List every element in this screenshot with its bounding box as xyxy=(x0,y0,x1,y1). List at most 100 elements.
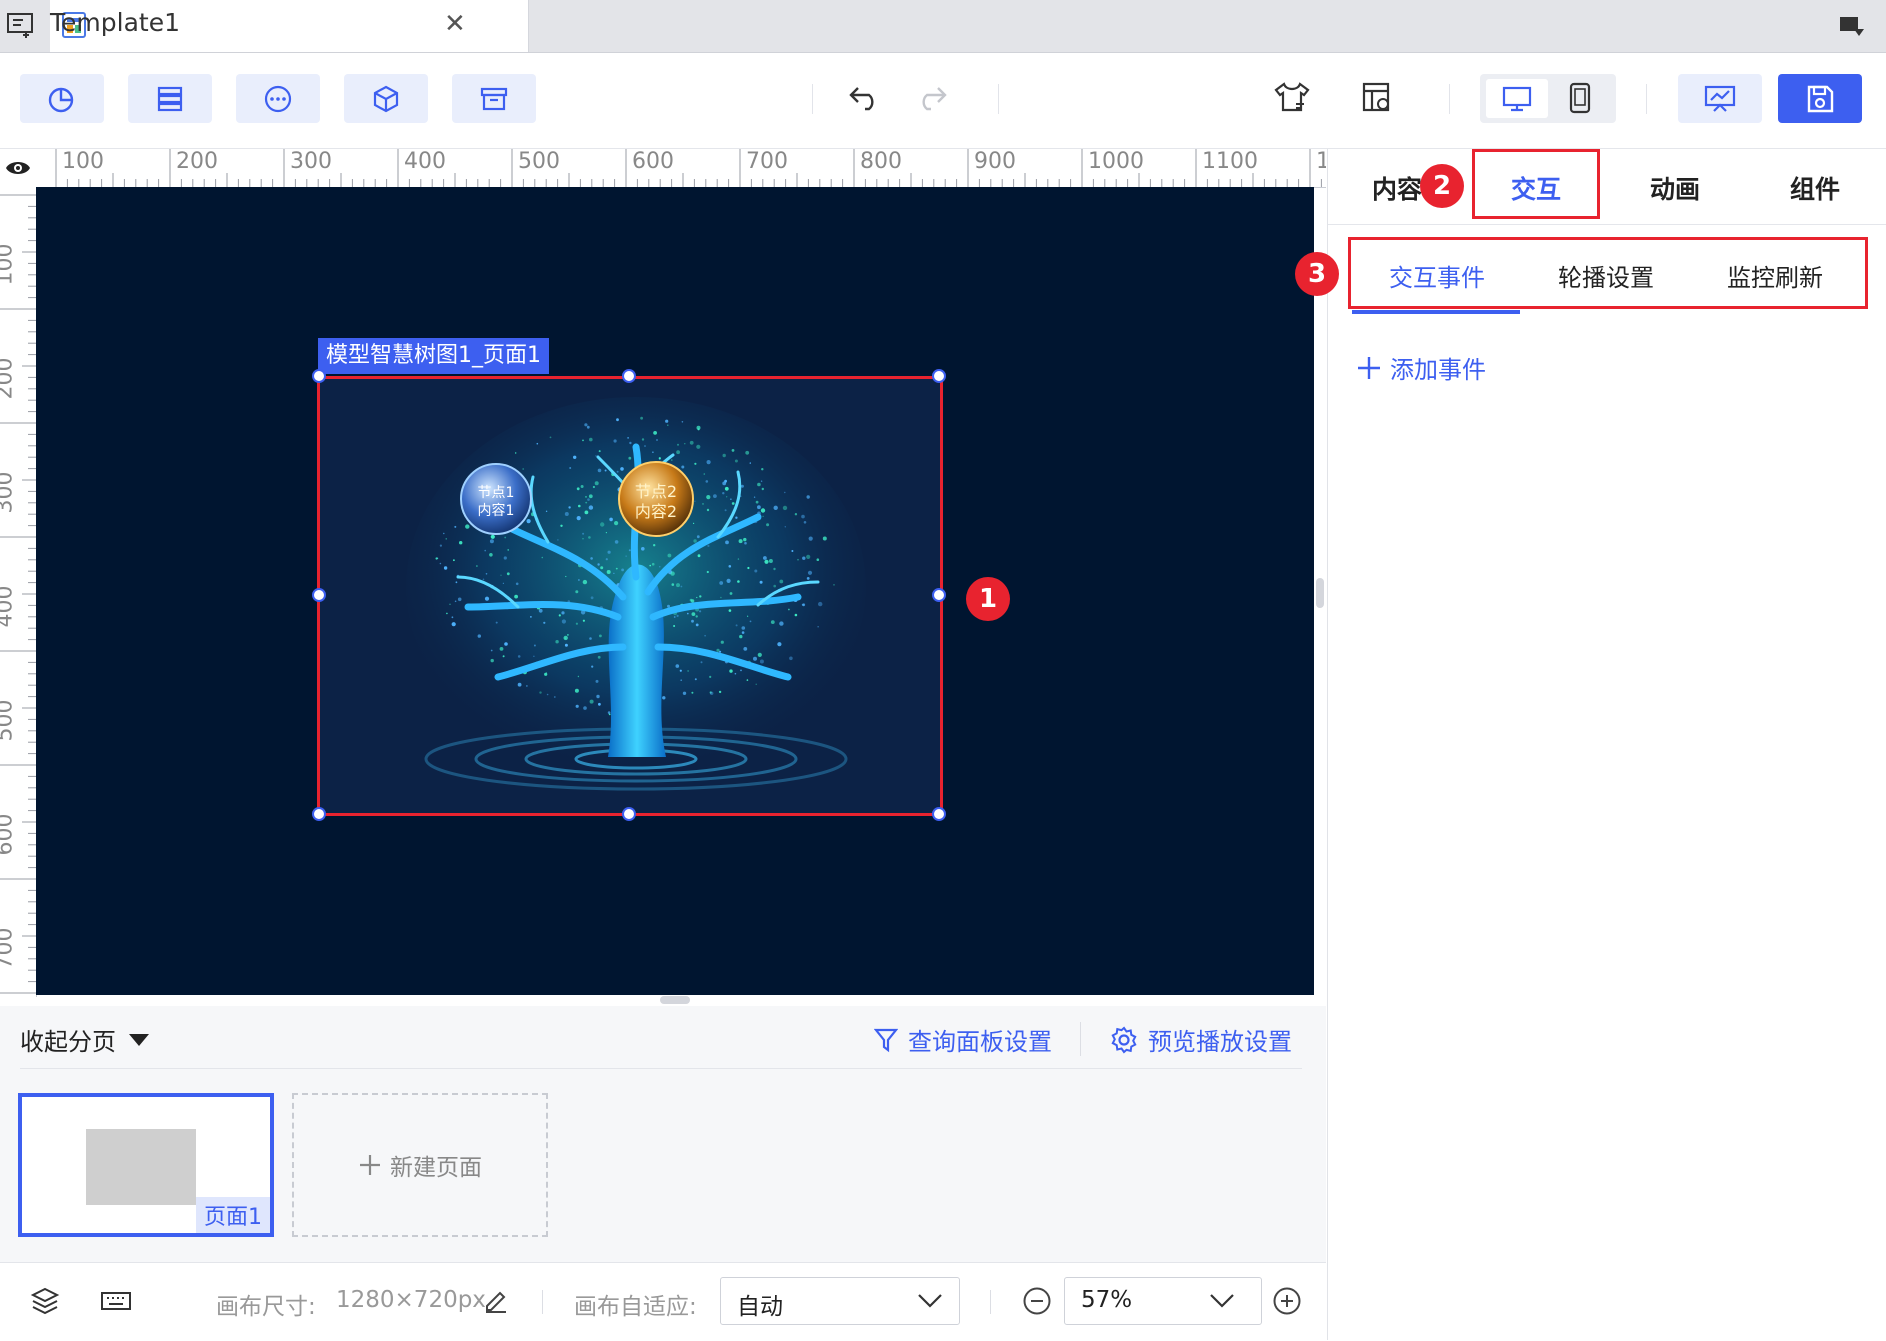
canvas-resize-handle[interactable] xyxy=(660,996,690,1004)
resize-handle[interactable] xyxy=(932,588,946,602)
resize-handle[interactable] xyxy=(312,807,326,821)
ruler-label: 1 xyxy=(1316,149,1326,174)
ruler-label: 500 xyxy=(0,699,18,742)
ruler-label: 1100 xyxy=(1202,149,1258,174)
ruler-label: 300 xyxy=(290,149,332,174)
zoom-in-icon[interactable] xyxy=(1272,1286,1302,1320)
window-menu-icon[interactable] xyxy=(1838,13,1866,43)
canvas-size-label: 画布尺寸: xyxy=(216,1294,316,1320)
archive-icon xyxy=(480,87,508,110)
ruler-label: 1000 xyxy=(1088,149,1144,174)
new-window-icon[interactable] xyxy=(6,10,36,44)
resize-handle[interactable] xyxy=(622,807,636,821)
filter-icon xyxy=(874,1028,898,1052)
canvas-adapt-label: 画布自适应: xyxy=(574,1294,697,1320)
annotation-marker-1: 1 xyxy=(966,577,1010,621)
pie-chart-icon xyxy=(48,87,74,112)
ruler-label: 200 xyxy=(0,357,18,400)
keyboard-icon[interactable] xyxy=(100,1289,132,1317)
save-button[interactable] xyxy=(1778,74,1862,123)
ruler-label: 600 xyxy=(632,149,674,174)
chevron-down-icon xyxy=(918,1294,942,1308)
toolbar-divider xyxy=(998,84,999,114)
layers-icon[interactable] xyxy=(30,1286,60,1320)
toolbar-divider xyxy=(812,84,813,114)
resize-handle[interactable] xyxy=(932,369,946,383)
plus-icon xyxy=(360,1155,380,1175)
cube-icon xyxy=(373,85,399,112)
more-dots-icon xyxy=(264,85,292,112)
save-icon xyxy=(1807,85,1834,112)
divider xyxy=(542,1290,543,1314)
vertical-ruler: 100 200 300 400 500 600 700 xyxy=(0,187,37,997)
resize-handle[interactable] xyxy=(622,369,636,383)
tab-component[interactable]: 组件 xyxy=(1790,170,1840,206)
presentation-chart-icon xyxy=(1704,85,1736,112)
document-tab-title: Template1 xyxy=(50,8,180,37)
table-component-button[interactable] xyxy=(128,74,212,123)
theme-icon[interactable] xyxy=(1274,80,1310,118)
canvas-size-value: 1280×720px xyxy=(336,1287,486,1313)
ruler-label: 700 xyxy=(0,927,18,970)
ruler-label: 100 xyxy=(0,243,18,286)
collapse-pages-toggle[interactable]: 收起分页 xyxy=(20,1022,150,1057)
preview-playback-settings-button[interactable]: 预览播放设置 xyxy=(1110,1022,1292,1057)
canvas-adapt-value: 自动 xyxy=(737,1294,783,1320)
canvas-adapt-select[interactable]: 自动 xyxy=(720,1277,960,1325)
ruler-label: 400 xyxy=(0,585,18,628)
resize-handle[interactable] xyxy=(932,807,946,821)
3d-model-button[interactable] xyxy=(344,74,428,123)
desktop-icon xyxy=(1502,86,1532,111)
redo-icon[interactable] xyxy=(914,82,948,116)
caret-down-icon xyxy=(129,1033,149,1046)
design-canvas[interactable]: 模型智慧树图1_页面1 节点1 内容1 节点2 内容2 1 xyxy=(36,187,1314,995)
new-page-button[interactable]: 新建页面 xyxy=(292,1093,548,1237)
divider xyxy=(20,1068,1302,1069)
collapse-pages-label: 收起分页 xyxy=(20,1028,116,1056)
tab-content[interactable]: 内容 xyxy=(1372,170,1422,206)
mobile-view-button[interactable] xyxy=(1566,82,1594,118)
mobile-icon xyxy=(1569,82,1591,114)
resize-handle[interactable] xyxy=(312,369,326,383)
material-library-button[interactable] xyxy=(452,74,536,123)
ruler-label: 800 xyxy=(860,149,902,174)
query-panel-settings-label: 查询面板设置 xyxy=(908,1028,1052,1056)
subtab-carousel-settings[interactable]: 轮播设置 xyxy=(1558,258,1654,293)
tab-animation[interactable]: 动画 xyxy=(1650,170,1700,206)
plus-icon xyxy=(1358,356,1380,379)
close-icon[interactable]: ✕ xyxy=(444,9,466,39)
zoom-out-icon[interactable] xyxy=(1022,1286,1052,1320)
tab-divider xyxy=(1328,224,1886,225)
more-component-button[interactable] xyxy=(236,74,320,123)
desktop-view-button[interactable] xyxy=(1486,79,1548,118)
active-subtab-indicator xyxy=(1352,310,1520,314)
edit-canvas-size-icon[interactable] xyxy=(482,1286,510,1318)
page-thumbnail-page1[interactable]: 页面1 xyxy=(18,1093,274,1237)
panel-resize-handle[interactable] xyxy=(1316,578,1324,608)
page-settings-icon[interactable] xyxy=(1360,80,1394,118)
preview-playback-settings-label: 预览播放设置 xyxy=(1148,1028,1292,1056)
ruler-label: 500 xyxy=(518,149,560,174)
add-event-button[interactable]: 添加事件 xyxy=(1356,350,1486,385)
component-name-label: 模型智慧树图1_页面1 xyxy=(318,338,549,374)
zoom-select[interactable]: 57% xyxy=(1064,1277,1262,1325)
preview-button[interactable] xyxy=(1678,74,1762,123)
toolbar-divider xyxy=(1449,84,1450,114)
chart-component-button[interactable] xyxy=(20,74,104,123)
subtab-interaction-events[interactable]: 交互事件 xyxy=(1389,258,1485,293)
toolbar-divider xyxy=(1646,84,1647,114)
divider xyxy=(1080,1022,1081,1056)
ruler-label: 400 xyxy=(404,149,446,174)
ruler-label: 300 xyxy=(0,471,18,514)
query-panel-settings-button[interactable]: 查询面板设置 xyxy=(874,1022,1052,1057)
tab-interaction[interactable]: 交互 xyxy=(1511,170,1561,206)
resize-handle[interactable] xyxy=(312,588,326,602)
add-event-label: 添加事件 xyxy=(1390,356,1486,384)
ruler-label: 600 xyxy=(0,813,18,856)
undo-icon[interactable] xyxy=(848,82,882,116)
new-page-label: 新建页面 xyxy=(390,1155,482,1181)
page-name-label: 页面1 xyxy=(196,1197,270,1233)
subtab-monitor-refresh[interactable]: 监控刷新 xyxy=(1727,258,1823,293)
ruler-label: 900 xyxy=(974,149,1016,174)
visibility-toggle[interactable] xyxy=(0,149,37,188)
